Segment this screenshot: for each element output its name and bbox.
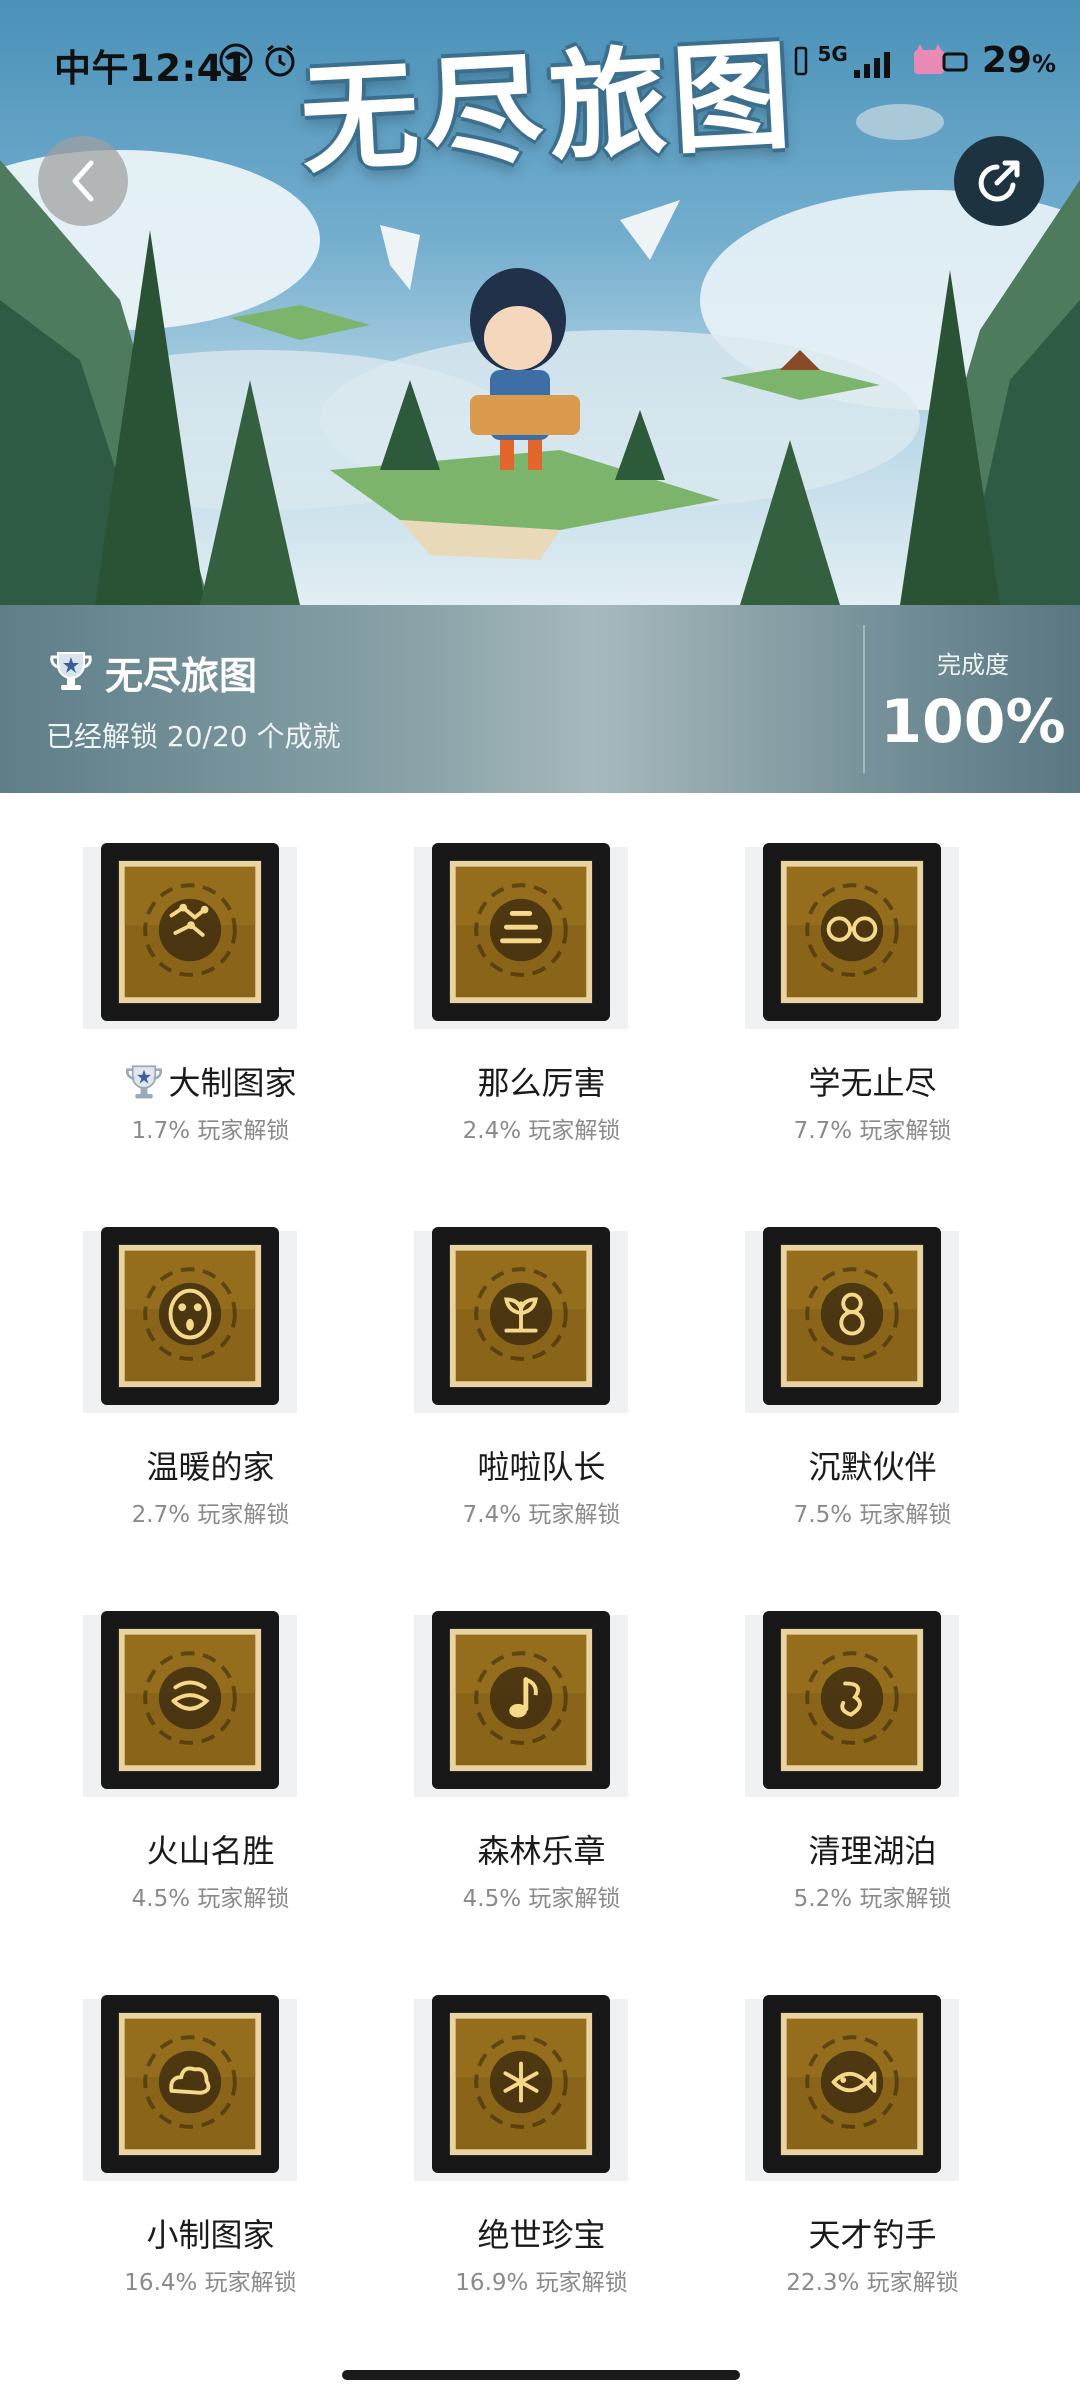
achievement-unlock-rate: 4.5% 玩家解锁 [131, 1886, 290, 1912]
achievement-title: 清理湖泊 [707, 1826, 1038, 1872]
achievement-badge [83, 1227, 323, 1413]
achievement-card[interactable]: 温暖的家 2.7% 玩家解锁 [45, 1177, 376, 1561]
achievement-title: 啦啦队长 [376, 1442, 707, 1488]
achievement-card[interactable]: 那么厉害 2.4% 玩家解锁 [376, 793, 707, 1177]
completion-label: 完成度 [937, 651, 1009, 679]
divider [863, 625, 865, 773]
achievement-title-text: 火山名胜 [146, 1832, 275, 1870]
achievement-card[interactable]: 大制图家 1.7% 玩家解锁 [45, 793, 376, 1177]
achievement-unlock-rate: 4.5% 玩家解锁 [462, 1886, 621, 1912]
achievement-card[interactable]: 天才钓手 22.3% 玩家解锁 [707, 1945, 1038, 2329]
achievement-title-text: 大制图家 [168, 1064, 297, 1102]
achievement-unlock-rate: 7.5% 玩家解锁 [793, 1502, 952, 1528]
sim-card-icon [794, 46, 807, 75]
achievement-title: 那么厉害 [376, 1058, 707, 1104]
face-glyph-icon [118, 1244, 262, 1388]
achievement-card[interactable]: 森林乐章 4.5% 玩家解锁 [376, 1561, 707, 1945]
achievement-badge [745, 1611, 985, 1797]
achievement-unlock-rate: 7.4% 玩家解锁 [462, 1502, 621, 1528]
figure-eight-glyph-icon [780, 1244, 924, 1388]
achievement-unlock-rate: 2.4% 玩家解锁 [462, 1118, 621, 1144]
signal-5g-indicator: 5G [818, 42, 898, 80]
achievement-badge [745, 1227, 985, 1413]
sprout-glyph-icon [449, 1244, 593, 1388]
achievement-title: 大制图家 [45, 1058, 376, 1104]
achievement-card[interactable]: 沉默伙伴 7.5% 玩家解锁 [707, 1177, 1038, 1561]
stacked-lines-glyph-icon [449, 860, 593, 1004]
achievement-card[interactable]: 火山名胜 4.5% 玩家解锁 [45, 1561, 376, 1945]
share-icon [978, 160, 1020, 202]
achievement-badge [414, 1227, 654, 1413]
achievement-title-text: 天才钓手 [808, 2216, 937, 2254]
achievement-card[interactable]: 绝世珍宝 16.9% 玩家解锁 [376, 1945, 707, 2329]
achievement-summary: 无尽旅图 已经解锁 20/20 个成就 完成度 100% [0, 605, 1080, 793]
achievement-title-text: 啦啦队长 [477, 1448, 606, 1486]
cat-battery-saver-icon [913, 43, 968, 74]
achievement-unlock-rate: 16.4% 玩家解锁 [124, 2270, 297, 2296]
lake-glyph-icon [780, 1628, 924, 1772]
snowflake-glyph-icon [449, 2012, 593, 2156]
achievement-card[interactable]: 啦啦队长 7.4% 玩家解锁 [376, 1177, 707, 1561]
achievement-title-text: 学无止尽 [808, 1064, 937, 1102]
cloud-glyph-icon [118, 2012, 262, 2156]
achievement-title: 沉默伙伴 [707, 1442, 1038, 1488]
chevron-left-icon [72, 160, 94, 202]
constellation-glyph-icon [118, 860, 262, 1004]
signal-bars-icon [853, 51, 890, 78]
unlock-summary: 已经解锁 20/20 个成就 [46, 720, 341, 753]
achievement-badge [83, 843, 323, 1029]
achievement-badge [83, 1995, 323, 2181]
volcano-glyph-icon [118, 1628, 262, 1772]
rare-trophy-icon [126, 1065, 163, 1099]
achievement-title: 森林乐章 [376, 1826, 707, 1872]
fish-glyph-icon [780, 2012, 924, 2156]
achievement-unlock-rate: 2.7% 玩家解锁 [131, 1502, 290, 1528]
achievement-title: 火山名胜 [45, 1826, 376, 1872]
achievement-unlock-rate: 5.2% 玩家解锁 [793, 1886, 952, 1912]
achievement-title-text: 清理湖泊 [808, 1832, 937, 1870]
achievement-title: 绝世珍宝 [376, 2210, 707, 2256]
achievement-title: 温暖的家 [45, 1442, 376, 1488]
home-indicator[interactable] [342, 2370, 740, 2380]
achievement-card[interactable]: 清理湖泊 5.2% 玩家解锁 [707, 1561, 1038, 1945]
battery-percentage: 29% [981, 40, 1056, 81]
achievement-title: 学无止尽 [707, 1058, 1038, 1104]
achievement-badge [414, 1995, 654, 2181]
achievement-title-text: 那么厉害 [477, 1064, 606, 1102]
achievement-badge [745, 843, 985, 1029]
share-button[interactable] [954, 136, 1044, 226]
back-button[interactable] [38, 136, 128, 226]
achievement-unlock-rate: 7.7% 玩家解锁 [793, 1118, 952, 1144]
achievement-badge [745, 1995, 985, 2181]
achievement-title-text: 温暖的家 [146, 1448, 275, 1486]
achievement-title: 小制图家 [45, 2210, 376, 2256]
achievement-unlock-rate: 16.9% 玩家解锁 [455, 2270, 628, 2296]
trophy-icon [50, 652, 92, 690]
completion-value: 100% [880, 687, 1066, 757]
achievement-title: 天才钓手 [707, 2210, 1038, 2256]
achievement-unlock-rate: 22.3% 玩家解锁 [786, 2270, 959, 2296]
achievement-card[interactable]: 小制图家 16.4% 玩家解锁 [45, 1945, 376, 2329]
alarm-clock-icon [265, 44, 295, 77]
achievement-badge [414, 1611, 654, 1797]
achievement-title-text: 森林乐章 [477, 1832, 606, 1870]
achievement-title-text: 绝世珍宝 [477, 2216, 606, 2254]
achievement-badge [83, 1611, 323, 1797]
game-name: 无尽旅图 [105, 654, 258, 698]
achievements-grid: 大制图家 1.7% 玩家解锁 那么厉害 2.4% 玩家解锁 学无止尽 7.7% 玩家解锁温… [0, 793, 1080, 2329]
achievement-title-text: 沉默伙伴 [808, 1448, 937, 1486]
status-notification-icons [218, 42, 298, 78]
music-note-glyph-icon [449, 1628, 593, 1772]
status-system-icons: 5G 29% [794, 40, 1056, 81]
achievement-title-text: 小制图家 [146, 2216, 275, 2254]
achievement-badge [414, 843, 654, 1029]
game-banner: 中午12:41 5G 29% 无尽旅图 [0, 0, 1080, 605]
achievement-unlock-rate: 1.7% 玩家解锁 [131, 1118, 290, 1144]
notification-app-icon [219, 43, 253, 77]
glasses-glyph-icon [780, 860, 924, 1004]
game-logo: 无尽旅图 [297, 26, 800, 190]
achievement-card[interactable]: 学无止尽 7.7% 玩家解锁 [707, 793, 1038, 1177]
